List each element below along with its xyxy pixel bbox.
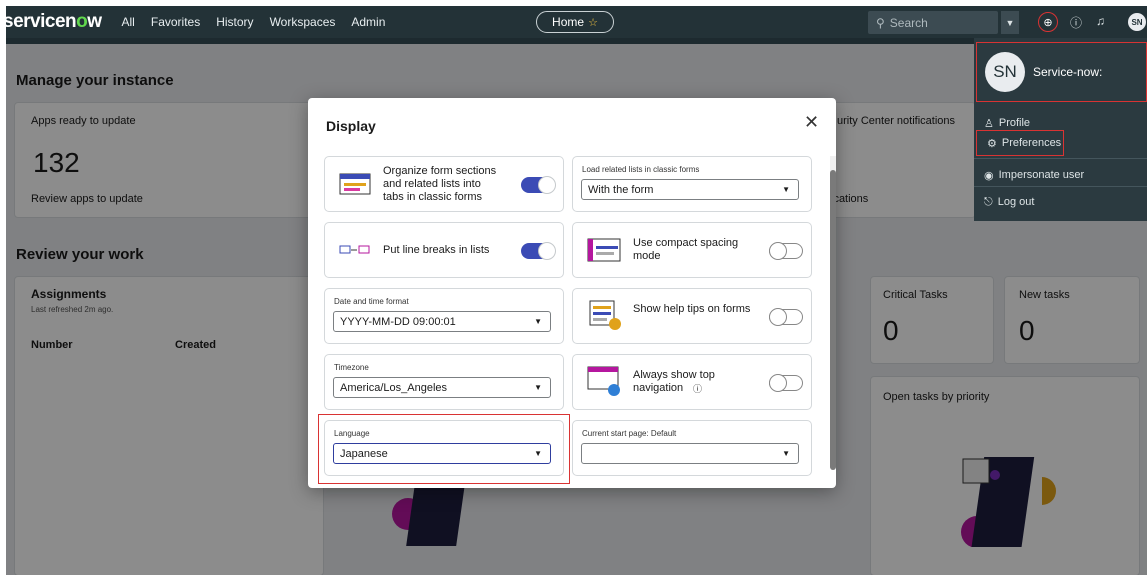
modal-title: Display (326, 118, 376, 134)
related-lists-label: Load related lists in classic forms (582, 165, 700, 174)
datetime-value: YYYY-MM-DD 09:00:01 (340, 315, 456, 328)
timezone-value: America/Los_Angeles (340, 381, 448, 394)
display-preferences-modal: Display ✕ Organize form sections and rel… (308, 98, 836, 488)
chevron-down-icon: ▼ (534, 383, 542, 392)
home-label: Home (552, 15, 585, 29)
close-icon[interactable]: ✕ (804, 112, 819, 133)
start-page-select[interactable]: ▼ (581, 443, 799, 464)
related-lists-value: With the form (588, 183, 654, 196)
app-frame: servicenow All Favorites History Workspa… (6, 6, 1147, 575)
datetime-label: Date and time format (334, 297, 409, 306)
related-lists-select[interactable]: With the form ▼ (581, 179, 799, 200)
top-nav-tile: Always show top navigation ⓘ (572, 354, 812, 410)
compact-spacing-icon (587, 238, 621, 262)
start-page-label: Current start page: Default (582, 429, 677, 438)
menu-item-label: Preferences (1001, 137, 1062, 149)
help-tips-icon (589, 300, 621, 330)
compact-spacing-toggle[interactable] (769, 242, 803, 260)
tabs-in-forms-text: Organize form sections and related lists… (383, 165, 497, 203)
datetime-select[interactable]: YYYY-MM-DD 09:00:01 ▼ (333, 311, 551, 332)
menu-item-label: Profile (998, 117, 1031, 129)
line-breaks-toggle[interactable] (521, 242, 556, 260)
menu-divider (974, 158, 1147, 159)
nav-link-all[interactable]: All (122, 15, 135, 29)
menu-item-label: Impersonate user (998, 169, 1085, 181)
top-navigation: servicenow All Favorites History Workspa… (6, 6, 1147, 38)
tabs-in-forms-tile: Organize form sections and related lists… (324, 156, 564, 212)
nav-link-admin[interactable]: Admin (351, 15, 385, 29)
user-avatar-large: SN (985, 52, 1025, 92)
help-tips-text: Show help tips on forms (633, 303, 751, 315)
nav-link-favorites[interactable]: Favorites (151, 15, 200, 29)
menu-item-label: Log out (997, 196, 1035, 208)
timezone-label: Timezone (334, 363, 369, 372)
chevron-down-icon: ▼ (782, 449, 790, 458)
modal-scrollbar-thumb[interactable] (830, 170, 836, 470)
line-breaks-text: Put line breaks in lists (383, 244, 490, 256)
timezone-select[interactable]: America/Los_Angeles ▼ (333, 377, 551, 398)
user-name: Service-now: (1033, 65, 1103, 79)
info-icon[interactable]: ⓘ (693, 382, 702, 395)
compact-spacing-text: Use compact spacing mode (633, 237, 739, 262)
person-icon: ♙ (984, 117, 994, 130)
menu-item-logout[interactable]: ⎋ Log out (974, 189, 1147, 215)
nav-link-history[interactable]: History (216, 15, 253, 29)
timezone-tile: Timezone America/Los_Angeles ▼ (324, 354, 564, 410)
chevron-down-icon: ▼ (534, 317, 542, 326)
globe-icon[interactable]: ⊕ (1038, 12, 1058, 32)
search-input[interactable]: ⚲ Search (868, 11, 998, 34)
help-tips-toggle[interactable] (769, 308, 803, 326)
menu-item-preferences[interactable]: ⚙ Preferences (976, 130, 1064, 156)
user-avatar-button[interactable]: SN (1128, 13, 1146, 31)
related-lists-tile: Load related lists in classic forms With… (572, 156, 812, 212)
form-tabs-icon (339, 173, 371, 195)
gear-icon: ⚙ (987, 137, 997, 150)
nav-link-workspaces[interactable]: Workspaces (270, 15, 336, 29)
search-scope-dropdown[interactable]: ▼ (1001, 11, 1019, 34)
nav-links: All Favorites History Workspaces Admin (122, 15, 402, 29)
logout-icon: ⎋ (984, 195, 993, 208)
home-pill-button[interactable]: Home ☆ (536, 11, 614, 33)
search-icon: ⚲ (876, 15, 885, 30)
help-icon[interactable]: ⓘ (1070, 14, 1082, 31)
tabs-in-forms-toggle[interactable] (521, 176, 556, 194)
help-tips-tile: Show help tips on forms (572, 288, 812, 344)
top-nav-icon (587, 366, 620, 396)
datetime-tile: Date and time format YYYY-MM-DD 09:00:01… (324, 288, 564, 344)
language-highlight-box (318, 414, 570, 484)
top-nav-toggle[interactable] (769, 374, 803, 392)
servicenow-logo[interactable]: servicenow (6, 11, 102, 33)
star-icon[interactable]: ☆ (588, 16, 598, 29)
line-break-icon (339, 245, 370, 254)
compact-spacing-tile: Use compact spacing mode (572, 222, 812, 278)
user-menu-header: SN Service-now: (976, 42, 1147, 102)
line-breaks-tile: Put line breaks in lists (324, 222, 564, 278)
start-page-tile: Current start page: Default ▼ (572, 420, 812, 476)
eye-icon: ◉ (984, 169, 994, 182)
chevron-down-icon: ▼ (782, 185, 790, 194)
search-placeholder: Search (889, 15, 928, 30)
bell-icon[interactable]: ♫ (1096, 14, 1105, 28)
menu-divider (974, 186, 1147, 187)
menu-item-impersonate[interactable]: ◉ Impersonate user (974, 162, 1147, 188)
